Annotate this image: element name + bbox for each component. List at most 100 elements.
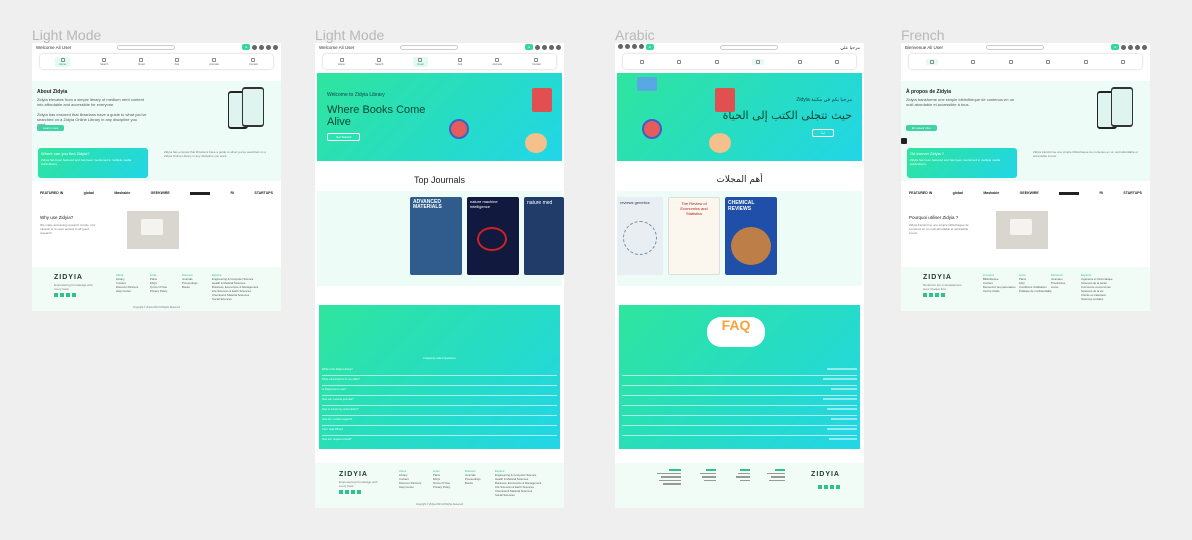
subscribe-button[interactable]: ● [646,44,654,50]
nav-home[interactable]: Home [338,57,345,66]
menu-icon[interactable] [1142,44,1147,50]
faq-item[interactable] [827,428,857,430]
nav-contact[interactable] [639,59,644,64]
search-input[interactable] [720,45,778,50]
nav-ask[interactable]: Ask [458,57,462,66]
footer-link[interactable]: Livres [1051,285,1065,289]
nav-ask[interactable] [714,59,719,64]
footer-link[interactable]: Privacy Policy [150,289,167,293]
nav-ask[interactable] [1046,59,1051,64]
youtube-icon[interactable] [818,485,822,489]
facebook-icon[interactable] [339,490,343,494]
nav-contact[interactable] [1121,59,1126,64]
journal-card[interactable]: nature machine intelligence [467,197,519,275]
nav-ask[interactable]: Ask [175,57,179,66]
faq-item[interactable]: What subscriptions do you offer? [322,378,360,381]
get-started-button[interactable]: ابدأ [811,129,834,137]
footer-link[interactable]: Centre d'aide [983,289,1016,293]
notification-icon[interactable] [1128,44,1133,50]
user-avatar[interactable] [535,44,540,50]
nav-search[interactable] [971,59,976,64]
faq-item[interactable]: What is the Zidyia Library? [322,368,353,371]
faq-item[interactable] [823,378,857,380]
nav-contact[interactable]: Contact [249,57,258,66]
journal-card[interactable]: The Review of Economics and Statistics [668,197,720,275]
footer-link[interactable]: Books [182,285,198,289]
linkedin-icon[interactable] [66,293,70,297]
faq-item[interactable]: How to cancel my subscription? [322,408,358,411]
notification-icon[interactable] [259,44,264,50]
footer-link[interactable]: Privacy Policy [433,485,450,489]
faq-item[interactable] [827,408,857,410]
nav-home[interactable]: Home [55,56,70,67]
subscribe-button[interactable]: ● [1111,44,1119,50]
nav-read[interactable]: Read [138,57,145,66]
faq-item[interactable] [829,438,857,440]
faq-item[interactable]: Can I read offline? [322,428,343,431]
facebook-icon[interactable] [54,293,58,297]
nav-read[interactable] [1008,59,1013,64]
search-input[interactable] [400,45,458,50]
faq-item[interactable]: Is Zidyia free to use? [322,388,346,391]
subscribe-button[interactable]: ● [242,44,250,50]
nav-search[interactable]: Search [375,57,383,66]
settings-icon[interactable] [549,44,554,50]
footer-link[interactable]: Sciences sociales [1081,297,1113,301]
nav-home[interactable] [835,59,840,64]
linkedin-icon[interactable] [824,485,828,489]
footer-link[interactable]: Help Center [116,289,138,293]
twitter-icon[interactable] [830,485,834,489]
youtube-icon[interactable] [357,490,361,494]
nav-journals[interactable]: Journals [209,57,219,66]
faq-item[interactable]: How can I access journals? [322,398,354,401]
notification-icon[interactable] [632,44,637,49]
menu-icon[interactable] [556,44,561,50]
accessibility-icon[interactable] [901,138,907,144]
linkedin-icon[interactable] [351,490,355,494]
twitter-icon[interactable] [345,490,349,494]
facebook-icon[interactable] [836,485,840,489]
nav-read[interactable]: Read [413,56,428,67]
settings-icon[interactable] [266,44,271,50]
faq-item[interactable]: How do I contact support? [322,418,352,421]
journal-card[interactable]: nature med [524,197,564,275]
twitter-icon[interactable] [929,293,933,297]
get-started-button[interactable]: Get Started [327,133,361,141]
learn-more-button[interactable]: Learn more [37,125,65,131]
journal-card[interactable]: ADVANCED MATERIALS [410,197,462,275]
nav-read[interactable] [752,58,765,65]
menu-icon[interactable] [618,44,623,49]
youtube-icon[interactable] [941,293,945,297]
facebook-icon[interactable] [923,293,927,297]
notification-icon[interactable] [542,44,547,50]
faq-item[interactable] [823,398,857,400]
footer-link[interactable]: Social Sciences [212,297,258,301]
nav-home[interactable] [925,58,938,65]
user-avatar[interactable] [1121,44,1126,50]
twitter-icon[interactable] [60,293,64,297]
nav-search[interactable]: Search [100,57,108,66]
nav-journals[interactable] [1083,59,1088,64]
settings-icon[interactable] [625,44,630,49]
faq-item[interactable] [831,418,857,420]
menu-icon[interactable] [273,44,278,50]
search-input[interactable] [986,45,1044,50]
faq-item[interactable]: How do I request a book? [322,438,352,441]
settings-icon[interactable] [1135,44,1140,50]
footer-link[interactable]: Social Sciences [495,493,541,497]
search-input[interactable] [117,45,175,50]
learn-more-button[interactable]: En savoir plus [906,125,937,131]
nav-contact[interactable]: Contact [532,57,541,66]
user-avatar[interactable] [252,44,257,50]
faq-item[interactable] [831,388,857,390]
subscribe-button[interactable]: ● [525,44,533,50]
footer-link[interactable]: Politique de confidentialité [1019,289,1052,293]
youtube-icon[interactable] [72,293,76,297]
journal-card[interactable]: CHEMICAL REVIEWS [725,197,777,275]
linkedin-icon[interactable] [935,293,939,297]
journal-card[interactable]: reviews genetics [617,197,663,275]
nav-journals[interactable] [677,59,682,64]
nav-search[interactable] [797,59,802,64]
user-avatar[interactable] [639,44,644,49]
nav-journals[interactable]: Journals [492,57,502,66]
